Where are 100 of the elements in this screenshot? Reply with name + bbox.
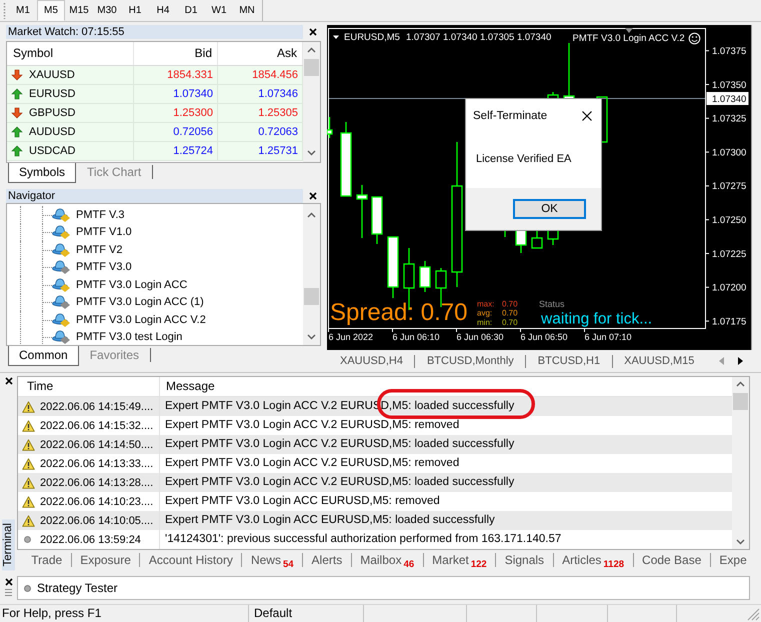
price-label: 1.07225 bbox=[712, 248, 746, 260]
close-icon[interactable] bbox=[4, 578, 12, 586]
unread-count: 54 bbox=[282, 559, 294, 570]
scroll-down-icon[interactable] bbox=[307, 150, 316, 156]
timeframe-button[interactable]: W1 bbox=[205, 0, 233, 21]
candle bbox=[419, 261, 431, 292]
time-label: 6 Jun 07:10 bbox=[584, 332, 632, 342]
tree-item[interactable]: PMTF V1.0 bbox=[52, 225, 132, 240]
column-header[interactable]: Bid bbox=[134, 42, 218, 65]
tree-item[interactable]: PMTF V3.0 Login ACC bbox=[52, 278, 188, 292]
scroll-down-icon[interactable] bbox=[307, 334, 316, 340]
close-icon[interactable] bbox=[582, 110, 592, 120]
timeframe-button[interactable]: M30 bbox=[93, 0, 121, 21]
log-message: Expert PMTF V3.0 Login ACC V.2 EURUSD,M5: removed bbox=[164, 418, 460, 433]
tab[interactable]: Account History bbox=[139, 553, 242, 567]
scrollbar-thumb[interactable] bbox=[733, 393, 748, 410]
ohlc-values: 1.07307 1.07340 1.07305 1.07340 bbox=[406, 32, 552, 43]
panel-title: Navigator bbox=[6, 189, 303, 203]
tab[interactable]: Articles $_{1128}$ bbox=[552, 553, 633, 567]
table-row[interactable]: XAUUSD 1854.331 1854.456 bbox=[7, 66, 303, 85]
log-time: 2022.06.06 14:13:33.... bbox=[40, 458, 154, 470]
chart-tab[interactable]: BTCUSD,H1 bbox=[525, 354, 612, 368]
symbol-name: GBPUSD bbox=[29, 106, 76, 121]
dialog-title: Self-Terminate bbox=[473, 110, 548, 122]
tree-item[interactable]: PMTF V3.0 Login ACC V.2 bbox=[52, 312, 206, 327]
timeframe-button[interactable]: M5 bbox=[37, 0, 65, 21]
scrollbar-thumb[interactable] bbox=[304, 59, 319, 76]
close-icon[interactable] bbox=[309, 28, 317, 36]
chart-shift-marker-icon[interactable] bbox=[625, 28, 633, 33]
tab[interactable]: Market $_{122}$ bbox=[422, 553, 496, 567]
timeframe-button[interactable]: M15 bbox=[65, 0, 93, 21]
panel-tab[interactable]: Strategy Tester bbox=[17, 576, 750, 600]
scroll-up-icon[interactable] bbox=[307, 47, 316, 53]
table-row[interactable]: AUDUSD 0.72056 0.72063 bbox=[7, 123, 303, 142]
scrollbar[interactable] bbox=[303, 204, 320, 345]
tab[interactable]: Expe bbox=[710, 553, 756, 567]
log-time: 2022.06.06 13:59:24 bbox=[40, 534, 141, 546]
circle-icon bbox=[24, 584, 31, 592]
toolbar-grip-icon[interactable] bbox=[3, 3, 6, 19]
log-time: 2022.06.06 14:10:23.... bbox=[40, 496, 154, 508]
tab[interactable]: News $_{54}$ bbox=[241, 553, 302, 567]
scrollbar[interactable] bbox=[732, 377, 749, 549]
resize-grip-icon[interactable] bbox=[748, 609, 759, 620]
tab[interactable]: Alerts bbox=[302, 553, 351, 567]
close-icon[interactable] bbox=[4, 377, 12, 385]
log-message: '14124301': previous successful authorization performed from 163.171.140.57 bbox=[164, 532, 562, 547]
timeframe-button[interactable]: H1 bbox=[121, 0, 149, 21]
tab[interactable]: Symbols bbox=[8, 163, 76, 183]
log-row[interactable]: 2022.06.06 14:10:05.... Expert PMTF V3.0 Login ACC EURUSD,M5: loaded successfully bbox=[18, 511, 732, 530]
symbol-name: EURUSD bbox=[29, 87, 76, 102]
status-label: Status bbox=[539, 299, 565, 309]
smiley-icon bbox=[688, 32, 700, 44]
timeframe-button[interactable]: H4 bbox=[149, 0, 177, 21]
timeframe-button[interactable]: D1 bbox=[177, 0, 205, 21]
scroll-up-icon[interactable] bbox=[736, 381, 745, 387]
time-label: 6 Jun 2022 bbox=[328, 332, 374, 342]
grip-icon[interactable] bbox=[5, 589, 12, 596]
tree-item[interactable]: PMTF V3.0 test Login bbox=[52, 330, 182, 344]
column-header[interactable]: Time bbox=[18, 377, 160, 396]
time-label: 6 Jun 06:10 bbox=[392, 332, 440, 342]
scrollbar[interactable] bbox=[303, 42, 320, 162]
tree-item[interactable]: PMTF V3.0 Login ACC (1) bbox=[52, 295, 204, 310]
bid-price: 1.07340 bbox=[134, 85, 218, 103]
tab[interactable]: Signals bbox=[495, 553, 553, 567]
log-row[interactable]: 2022.06.06 14:13:28.... Expert PMTF V3.0 Login ACC V.2 EURUSD,M5: loaded successfully bbox=[18, 473, 732, 492]
chart-tab[interactable]: XAUUSD,M15 bbox=[612, 354, 706, 368]
chart-symbol: EURUSD,M5 bbox=[344, 32, 400, 43]
timeframe-button[interactable]: MN bbox=[233, 0, 261, 21]
chart-tab[interactable]: XAUUSD,H4 bbox=[328, 354, 414, 368]
stat-label: min: bbox=[477, 318, 492, 327]
log-row[interactable]: 2022.06.06 14:14:50.... Expert PMTF V3.0 Login ACC V.2 EURUSD,M5: loaded successfully bbox=[18, 435, 732, 454]
scrollbar-thumb[interactable] bbox=[304, 288, 319, 305]
candle bbox=[356, 185, 368, 238]
caret-down-icon[interactable] bbox=[333, 36, 339, 39]
timeframe-button[interactable]: M1 bbox=[9, 0, 37, 21]
ok-button[interactable]: OK bbox=[513, 199, 586, 219]
scroll-up-icon[interactable] bbox=[307, 212, 316, 218]
unread-count: 122 bbox=[470, 559, 487, 570]
tree-item[interactable]: PMTF V2 bbox=[52, 242, 122, 257]
expert-hat-icon bbox=[52, 225, 70, 240]
tab[interactable]: Common bbox=[8, 346, 79, 366]
scroll-down-icon[interactable] bbox=[736, 539, 745, 545]
expert-hat-icon bbox=[52, 242, 70, 257]
profile-name: Default bbox=[248, 605, 363, 622]
tab[interactable]: Exposure bbox=[70, 553, 140, 567]
tree-item[interactable]: PMTF V.3 bbox=[52, 208, 124, 222]
table-row[interactable]: EURUSD 1.07340 1.07346 bbox=[7, 85, 303, 104]
tab[interactable]: Code Base bbox=[632, 553, 710, 567]
close-icon[interactable] bbox=[309, 192, 317, 200]
table-row[interactable]: USDCAD 1.25724 1.25731 bbox=[7, 142, 303, 161]
tree-item[interactable]: PMTF V3.0 bbox=[52, 260, 132, 274]
tab[interactable]: Trade bbox=[22, 553, 71, 567]
log-row[interactable]: 2022.06.06 13:59:24 '14124301': previous successful authorization performed from 163.171.140.57 bbox=[18, 530, 732, 549]
column-header[interactable]: Symbol bbox=[7, 42, 134, 65]
log-time: 2022.06.06 14:14:50.... bbox=[40, 438, 154, 450]
tab[interactable]: Mailbox $_{46}$ bbox=[350, 553, 423, 567]
chart-tab[interactable]: BTCUSD,Monthly bbox=[414, 354, 526, 368]
scroll-right-icon[interactable] bbox=[738, 357, 743, 365]
column-header[interactable]: Message bbox=[160, 377, 732, 396]
table-row[interactable]: GBPUSD 1.25300 1.25305 bbox=[7, 104, 303, 123]
